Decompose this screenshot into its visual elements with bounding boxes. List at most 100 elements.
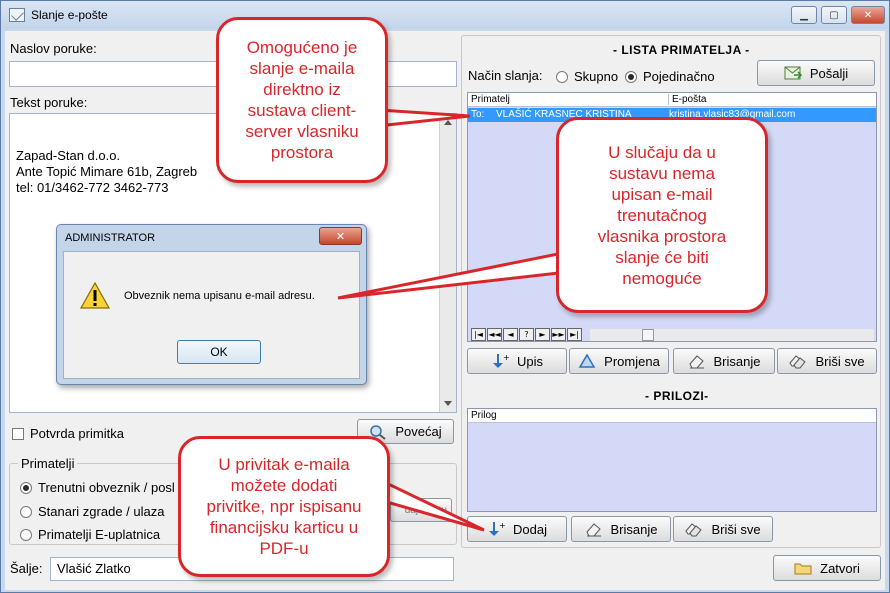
delete-all-recipients-button[interactable]: Briši sve — [777, 348, 877, 374]
callout-line: nemoguće — [622, 268, 702, 288]
window-title: Slanje e-pošte — [31, 8, 108, 22]
callout-line: privitke, npr ispisanu — [206, 497, 362, 516]
callout-line: upisan e-mail — [611, 184, 713, 204]
callout-attachments: U privitak e-maila možete dodati privitk… — [178, 436, 390, 577]
callout-no-email: U slučaju da u sustavu nema upisan e-mai… — [556, 117, 768, 313]
recipients-grid-header: Primatelj E-pošta — [468, 93, 876, 107]
body-label: Tekst poruke: — [10, 95, 88, 110]
arrow-down-plus-icon: + — [491, 353, 510, 369]
radio-label: Primatelji E-uplatnica — [38, 527, 161, 542]
delete-recipient-button[interactable]: Brisanje — [673, 348, 775, 374]
receipt-checkbox[interactable]: Potvrda primitka — [12, 426, 124, 441]
callout-line: možete dodati — [230, 476, 338, 495]
svg-text:+: + — [499, 521, 505, 530]
radio-label: Stanari zgrade / ulaza — [38, 504, 165, 519]
radio-dot[interactable] — [556, 70, 568, 83]
body-scrollbar[interactable] — [439, 114, 456, 412]
grid-hscrollbar[interactable] — [590, 329, 874, 341]
radio-e-payment-recipients[interactable]: Primatelji E-uplatnica — [20, 527, 160, 542]
radio-current-owner[interactable]: Trenutni obveznik / posl — [20, 480, 175, 495]
nav-first-button[interactable]: |◄ — [471, 328, 486, 341]
callout-direct-email: Omogućeno je slanje e-maila direktno iz … — [216, 17, 388, 183]
callout-line: vlasnika prostora — [597, 226, 727, 246]
close-label: Zatvori — [820, 560, 860, 576]
add-to-list-button[interactable]: daj u listu — [390, 498, 452, 522]
callout-line: U privitak e-maila — [218, 455, 350, 474]
callout-line: sustava client- — [247, 101, 357, 120]
warning-icon — [79, 281, 111, 309]
grid-navigator: |◄ ◄◄ ◄ ? ► ►► ►| — [471, 328, 582, 341]
eraser-stack-icon — [685, 521, 703, 537]
radio-label: Pojedinačno — [643, 69, 715, 84]
nav-prev-button[interactable]: ◄ — [503, 328, 518, 341]
radio-mode-individual[interactable]: Pojedinačno — [625, 69, 715, 84]
subject-label: Naslov poruke: — [10, 41, 97, 56]
dialog-ok-button[interactable]: OK — [177, 340, 261, 364]
callout-line: prostora — [270, 143, 334, 162]
send-mode-label: Način slanja: — [468, 68, 543, 83]
minimize-button[interactable]: ▁ — [791, 6, 817, 24]
checkbox-box[interactable] — [12, 427, 24, 440]
attachments-grid[interactable]: Prilog — [467, 408, 877, 512]
delete-all-attachments-label: Briši sve — [711, 521, 761, 537]
radio-mode-group[interactable]: Skupno — [556, 69, 618, 84]
add-to-list-label: daj u listu — [404, 504, 447, 516]
insert-label: Upis — [516, 353, 543, 369]
add-attachment-label: Dodaj — [513, 521, 547, 537]
nav-help-button[interactable]: ? — [519, 328, 534, 341]
delete-all-attachments-button[interactable]: Briši sve — [673, 516, 773, 542]
triangle-up-icon — [578, 353, 596, 369]
nav-next-button[interactable]: ► — [535, 328, 550, 341]
scroll-up-icon[interactable] — [444, 120, 452, 125]
send-label: Pošalji — [809, 65, 849, 81]
callout-line: direktno iz — [263, 80, 341, 99]
scroll-down-icon[interactable] — [444, 401, 452, 406]
callout-line: U slučaju da u — [608, 142, 716, 162]
nav-last-button[interactable]: ►| — [567, 328, 582, 341]
column-header-recipient[interactable]: Primatelj — [471, 94, 510, 105]
dialog-ok-label: OK — [210, 345, 228, 359]
dialog-close-button[interactable]: ✕ — [319, 227, 362, 245]
row-prefix: To: — [471, 109, 485, 120]
add-attachment-button[interactable]: + Dodaj — [467, 516, 567, 542]
delete-label: Brisanje — [713, 353, 761, 369]
maximize-button[interactable]: ▢ — [821, 6, 847, 24]
receipt-label: Potvrda primitka — [30, 426, 124, 441]
radio-dot[interactable] — [20, 505, 32, 518]
callout-line: sustavu nema — [609, 163, 715, 183]
send-button[interactable]: Pošalji — [757, 60, 875, 86]
delete-attachment-button[interactable]: Brisanje — [571, 516, 671, 542]
radio-dot[interactable] — [20, 528, 32, 541]
dialog-body: Obveznik nema upisanu e-mail adresu. OK — [63, 251, 360, 379]
recipients-list-title: - LISTA PRIMATELJA - — [613, 43, 750, 57]
delete-attachment-label: Brisanje — [610, 521, 658, 537]
insert-recipient-button[interactable]: + Upis — [467, 348, 567, 374]
close-button[interactable]: Zatvori — [773, 555, 881, 581]
alert-dialog: ADMINISTRATOR ✕ Obveznik nema upisanu e-… — [56, 224, 367, 385]
callout-line: slanje će biti — [615, 247, 709, 267]
close-window-button[interactable]: ✕ — [851, 6, 885, 24]
radio-dot[interactable] — [20, 481, 32, 494]
radio-dot[interactable] — [625, 70, 637, 83]
callout-line: Omogućeno je — [246, 38, 358, 57]
change-recipient-button[interactable]: Promjena — [569, 348, 669, 374]
eraser-stack-icon — [789, 353, 807, 369]
radio-label: Trenutni obveznik / posl — [38, 480, 175, 495]
callout-line: slanje e-maila — [249, 59, 355, 78]
svg-text:+: + — [503, 353, 509, 362]
eraser-icon — [688, 353, 706, 369]
envelope-icon — [9, 8, 25, 22]
callout-line: trenutačnog — [617, 205, 707, 225]
change-label: Promjena — [604, 353, 660, 369]
recipients-group-title: Primatelji — [18, 456, 78, 471]
hscroll-thumb[interactable] — [642, 329, 654, 341]
callout-line: financijsku karticu u — [209, 518, 359, 537]
radio-building-tenants[interactable]: Stanari zgrade / ulaza — [20, 504, 164, 519]
callout-line: PDF-u — [259, 539, 309, 558]
column-header-email[interactable]: E-pošta — [668, 94, 706, 105]
title-bar: Slanje e-pošte ▁ ▢ ✕ — [1, 1, 889, 29]
nav-next-page-button[interactable]: ►► — [551, 328, 566, 341]
attachments-title: - PRILOZI- — [645, 389, 709, 403]
column-header-attachment[interactable]: Prilog — [471, 410, 497, 421]
nav-prev-page-button[interactable]: ◄◄ — [487, 328, 502, 341]
